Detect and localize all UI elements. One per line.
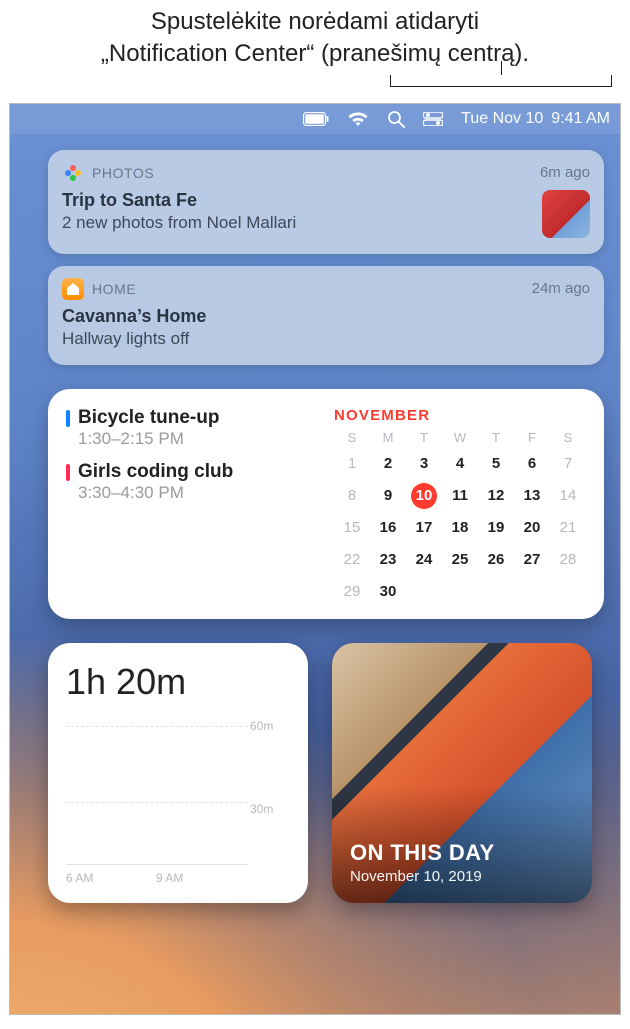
calendar-dow: T (478, 430, 514, 445)
calendar-widget[interactable]: Bicycle tune-up 1:30–2:15 PM Girls codin… (48, 389, 604, 619)
calendar-day[interactable]: 16 (375, 515, 401, 541)
event-title: Girls coding club (78, 461, 316, 483)
calendar-day[interactable]: 1 (339, 451, 365, 477)
event-time: 1:30–2:15 PM (78, 429, 316, 449)
grid-label-60: 60m (250, 719, 290, 733)
screentime-chart: 60m 30m 6 AM 9 AM (66, 719, 290, 885)
calendar-day[interactable]: 8 (339, 483, 365, 509)
calendar-day[interactable]: 14 (555, 483, 581, 509)
screentime-widget[interactable]: 1h 20m 60m 30m 6 AM 9 AM (48, 643, 308, 903)
photos-memories-widget[interactable]: ON THIS DAY November 10, 2019 (332, 643, 592, 903)
notification-home[interactable]: HOME 24m ago Cavanna’s Home Hallway ligh… (48, 266, 604, 365)
callout-bracket (0, 75, 630, 103)
help-callout: Spustelėkite norėdami atidaryti „Notific… (0, 0, 630, 75)
calendar-day[interactable]: 2 (375, 451, 401, 477)
calendar-day[interactable]: 28 (555, 547, 581, 573)
calendar-events: Bicycle tune-up 1:30–2:15 PM Girls codin… (66, 407, 316, 605)
calendar-day[interactable]: 7 (555, 451, 581, 477)
notification-subtitle: Hallway lights off (62, 329, 590, 349)
calendar-month-view: NOVEMBER SMTWTFS123456789101112131415161… (334, 407, 586, 605)
calendar-day[interactable]: 25 (447, 547, 473, 573)
grid-label-30: 30m (250, 802, 290, 816)
calendar-day[interactable]: 21 (555, 515, 581, 541)
menubar-date: Tue Nov 10 (461, 110, 543, 128)
calendar-day[interactable]: 27 (519, 547, 545, 573)
notification-center: PHOTOS 6m ago Trip to Santa Fe 2 new pho… (10, 134, 620, 903)
calendar-day[interactable]: 10 (411, 483, 437, 509)
axis-label: 9 AM (156, 871, 186, 885)
notification-photos[interactable]: PHOTOS 6m ago Trip to Santa Fe 2 new pho… (48, 150, 604, 254)
calendar-day[interactable]: 19 (483, 515, 509, 541)
calendar-dow: F (514, 430, 550, 445)
notification-time: 24m ago (532, 280, 590, 297)
calendar-month-label: NOVEMBER (334, 407, 586, 424)
calendar-day[interactable]: 13 (519, 483, 545, 509)
photos-app-icon (62, 162, 84, 184)
calendar-day[interactable]: 23 (375, 547, 401, 573)
notification-thumbnail (542, 190, 590, 238)
calendar-event[interactable]: Bicycle tune-up 1:30–2:15 PM (66, 407, 316, 449)
callout-line1: Spustelėkite norėdami atidaryti (20, 6, 610, 38)
menubar-time: 9:41 AM (551, 110, 610, 128)
calendar-day[interactable]: 24 (411, 547, 437, 573)
notification-subtitle: 2 new photos from Noel Mallari (62, 213, 530, 233)
calendar-day[interactable]: 5 (483, 451, 509, 477)
calendar-day[interactable]: 4 (447, 451, 473, 477)
calendar-day[interactable]: 6 (519, 451, 545, 477)
calendar-day[interactable]: 12 (483, 483, 509, 509)
memories-title: ON THIS DAY (350, 840, 574, 866)
spotlight-icon[interactable] (387, 110, 405, 128)
axis-label (96, 871, 126, 885)
battery-icon[interactable] (303, 112, 329, 126)
wifi-icon[interactable] (347, 111, 369, 127)
calendar-dow: M (370, 430, 406, 445)
menu-bar: Tue Nov 10 9:41 AM (10, 104, 620, 134)
event-time: 3:30–4:30 PM (78, 483, 316, 503)
axis-label (216, 871, 246, 885)
calendar-day[interactable]: 30 (375, 579, 401, 605)
notification-time: 6m ago (540, 164, 590, 181)
calendar-day[interactable]: 18 (447, 515, 473, 541)
calendar-day[interactable]: 15 (339, 515, 365, 541)
calendar-dow: S (550, 430, 586, 445)
macos-screenshot: Tue Nov 10 9:41 AM PHOTOS 6m ago Trip to… (9, 103, 621, 1015)
screentime-total: 1h 20m (66, 661, 290, 703)
notification-app: HOME (92, 281, 136, 297)
calendar-day[interactable]: 26 (483, 547, 509, 573)
callout-line2: „Notification Center“ (pranešimų centrą)… (20, 38, 610, 70)
calendar-day[interactable]: 20 (519, 515, 545, 541)
calendar-dow: S (334, 430, 370, 445)
axis-label: 6 AM (66, 871, 96, 885)
calendar-dow: T (406, 430, 442, 445)
calendar-day[interactable]: 11 (447, 483, 473, 509)
menubar-datetime[interactable]: Tue Nov 10 9:41 AM (461, 110, 610, 128)
notification-app: PHOTOS (92, 165, 154, 181)
memories-date: November 10, 2019 (350, 868, 574, 885)
notification-title: Trip to Santa Fe (62, 190, 530, 211)
axis-label (126, 871, 156, 885)
calendar-dow: W (442, 430, 478, 445)
control-center-icon[interactable] (423, 112, 443, 126)
calendar-day[interactable]: 29 (339, 579, 365, 605)
calendar-day[interactable]: 9 (375, 483, 401, 509)
calendar-day[interactable]: 22 (339, 547, 365, 573)
axis-label (186, 871, 216, 885)
home-app-icon (62, 278, 84, 300)
calendar-day[interactable]: 3 (411, 451, 437, 477)
calendar-event[interactable]: Girls coding club 3:30–4:30 PM (66, 461, 316, 503)
event-title: Bicycle tune-up (78, 407, 316, 429)
notification-title: Cavanna’s Home (62, 306, 590, 327)
calendar-day[interactable]: 17 (411, 515, 437, 541)
